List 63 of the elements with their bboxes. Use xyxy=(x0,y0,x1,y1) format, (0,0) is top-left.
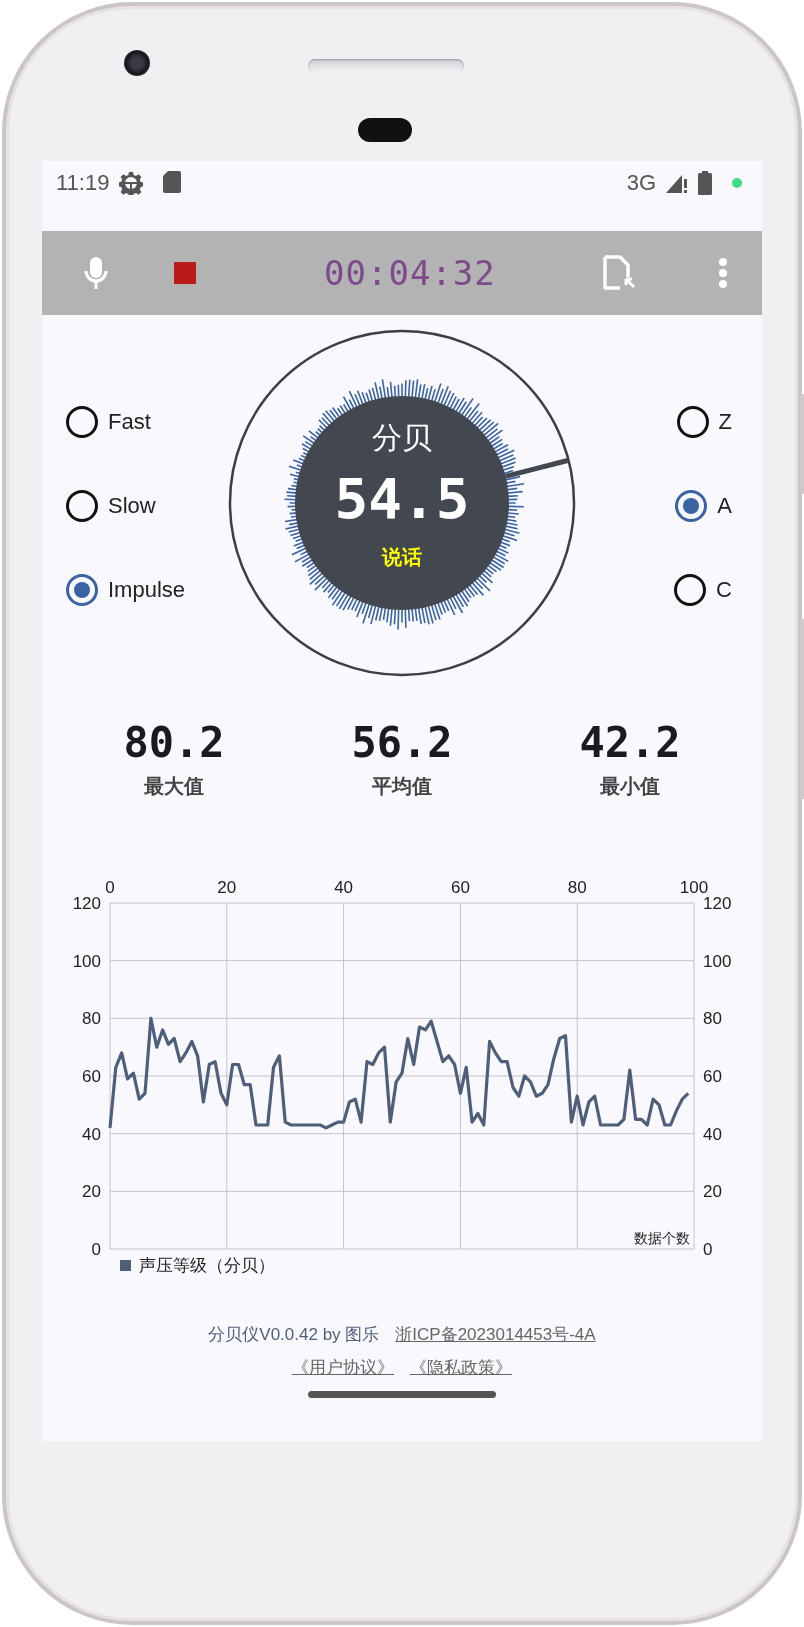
unit-label: 分贝 xyxy=(372,420,432,456)
status-time: 11:19 xyxy=(56,171,110,195)
axis-label: 60 xyxy=(703,1067,722,1086)
radio-button[interactable] xyxy=(676,405,709,438)
stat-label: 最大值 xyxy=(144,773,204,800)
axis-label: 120 xyxy=(72,894,101,913)
radio-option[interactable]: Z xyxy=(676,403,732,440)
notification-dot xyxy=(732,178,742,188)
axis-title: 数据个数 xyxy=(634,1230,690,1246)
axis-label: 20 xyxy=(82,1182,101,1202)
axis-label: 0 xyxy=(105,878,115,897)
radio-option[interactable]: Slow xyxy=(66,487,156,524)
gear-icon xyxy=(119,171,144,195)
radio-label: Impulse xyxy=(108,576,186,603)
stat-label: 最小值 xyxy=(600,773,660,800)
axis-label: 40 xyxy=(82,1124,101,1144)
battery-icon xyxy=(698,171,712,195)
sd-card-icon xyxy=(163,171,182,193)
legend-label: 声压等级（分贝） xyxy=(139,1253,275,1277)
axis-label: 80 xyxy=(82,1009,101,1029)
recording-timer: 00:04:32 xyxy=(324,253,496,293)
stat-value: 80.2 xyxy=(123,719,225,767)
axis-label: 100 xyxy=(72,951,101,971)
axis-label: 80 xyxy=(567,878,587,897)
axis-label: 60 xyxy=(82,1067,101,1086)
camera-lens xyxy=(124,50,150,76)
axis-label: 40 xyxy=(703,1124,722,1144)
decibel-reading: 54.5 xyxy=(334,468,470,530)
radio-button[interactable] xyxy=(66,405,98,438)
axis-label: 80 xyxy=(703,1009,722,1029)
axis-label: 100 xyxy=(703,951,732,971)
stat-label: 平均值 xyxy=(372,773,432,800)
radio-button[interactable] xyxy=(66,573,98,606)
radio-button[interactable] xyxy=(674,573,707,606)
noise-description: 说话 xyxy=(382,544,422,571)
axis-label: 120 xyxy=(703,894,732,913)
radio-option[interactable]: Fast xyxy=(66,403,151,440)
radio-label: Slow xyxy=(108,492,156,519)
axis-label: 0 xyxy=(703,1240,713,1255)
axis-label: 0 xyxy=(91,1240,101,1255)
axis-label: 100 xyxy=(679,878,709,897)
network-type: 3G xyxy=(626,171,656,195)
radio-button[interactable] xyxy=(66,489,98,522)
axis-label: 20 xyxy=(217,878,237,897)
radio-option[interactable]: C xyxy=(674,571,732,608)
radio-option[interactable]: A xyxy=(675,487,732,524)
stat-value: 56.2 xyxy=(351,719,453,767)
axis-label: 40 xyxy=(334,878,354,897)
axis-label: 20 xyxy=(703,1182,722,1202)
license-link[interactable]: 浙ICP备2023014453号-4A xyxy=(395,1323,596,1346)
gauge-needle xyxy=(505,458,569,479)
radio-label: C xyxy=(716,576,732,603)
stat-value: 42.2 xyxy=(579,719,681,767)
policy-link[interactable]: 《隐私政策》 xyxy=(410,1356,512,1379)
app-version-text: 分贝仪V0.0.42 by 图乐 xyxy=(208,1324,380,1346)
radio-label: Z xyxy=(718,408,732,435)
policy-link[interactable]: 《用户协议》 xyxy=(292,1356,394,1379)
radio-label: A xyxy=(717,492,732,519)
radio-label: Fast xyxy=(108,408,151,435)
earpiece xyxy=(358,118,412,142)
radio-button[interactable] xyxy=(675,489,708,522)
axis-label: 60 xyxy=(450,878,470,897)
radio-option[interactable]: Impulse xyxy=(66,571,186,608)
